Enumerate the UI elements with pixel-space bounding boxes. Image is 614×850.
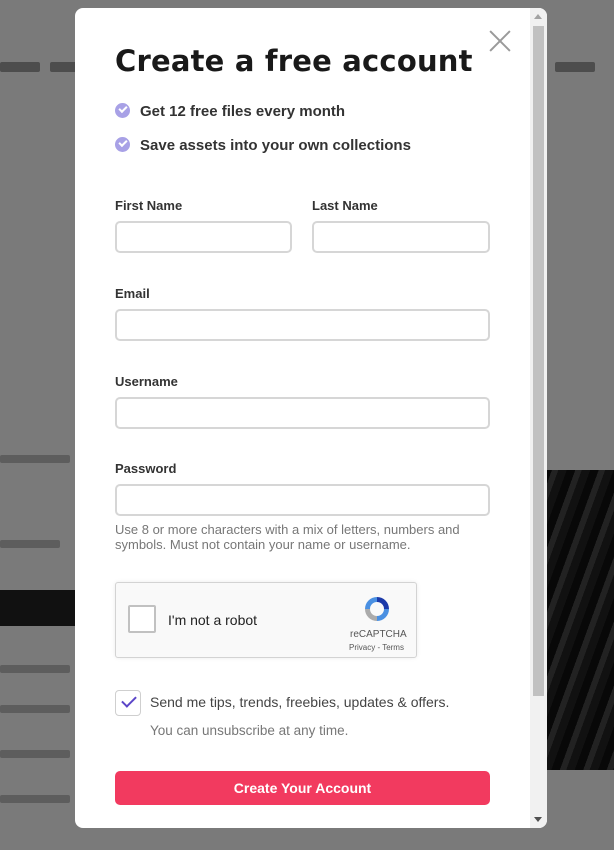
recaptcha-icon (365, 597, 389, 621)
unsubscribe-note: You can unsubscribe at any time. (150, 723, 349, 738)
signup-modal: Create a free account Get 12 free files … (75, 8, 547, 828)
username-label: Username (115, 374, 178, 389)
recaptcha-checkbox[interactable] (128, 605, 156, 633)
marketing-optin-checkbox[interactable] (115, 690, 141, 716)
username-input[interactable] (115, 397, 490, 429)
last-name-input[interactable] (312, 221, 490, 253)
scrollbar-thumb[interactable] (533, 26, 544, 696)
check-circle-icon (115, 103, 130, 118)
email-label: Email (115, 286, 150, 301)
recaptcha-widget: I'm not a robot reCAPTCHA Privacy - Term… (115, 582, 417, 658)
password-input[interactable] (115, 484, 490, 516)
email-input[interactable] (115, 309, 490, 341)
benefit-text: Get 12 free files every month (140, 103, 346, 120)
recaptcha-brand: reCAPTCHA (350, 629, 407, 640)
last-name-label: Last Name (312, 198, 378, 213)
check-circle-icon (115, 137, 130, 152)
benefit-text: Save assets into your own collections (140, 137, 411, 154)
marketing-optin-label: Send me tips, trends, freebies, updates … (150, 694, 450, 710)
close-icon[interactable] (489, 30, 511, 52)
scroll-down-arrow-icon[interactable] (534, 817, 542, 822)
create-account-button[interactable]: Create Your Account (115, 771, 490, 805)
password-hint: Use 8 or more characters with a mix of l… (115, 522, 460, 552)
modal-scrollbar[interactable] (530, 8, 547, 828)
password-label: Password (115, 461, 177, 476)
first-name-input[interactable] (115, 221, 292, 253)
recaptcha-label: I'm not a robot (168, 612, 258, 628)
first-name-label: First Name (115, 198, 183, 213)
modal-title: Create a free account (115, 44, 473, 78)
recaptcha-privacy-terms-link[interactable]: Privacy - Terms (349, 643, 404, 652)
scroll-up-arrow-icon[interactable] (534, 14, 542, 19)
